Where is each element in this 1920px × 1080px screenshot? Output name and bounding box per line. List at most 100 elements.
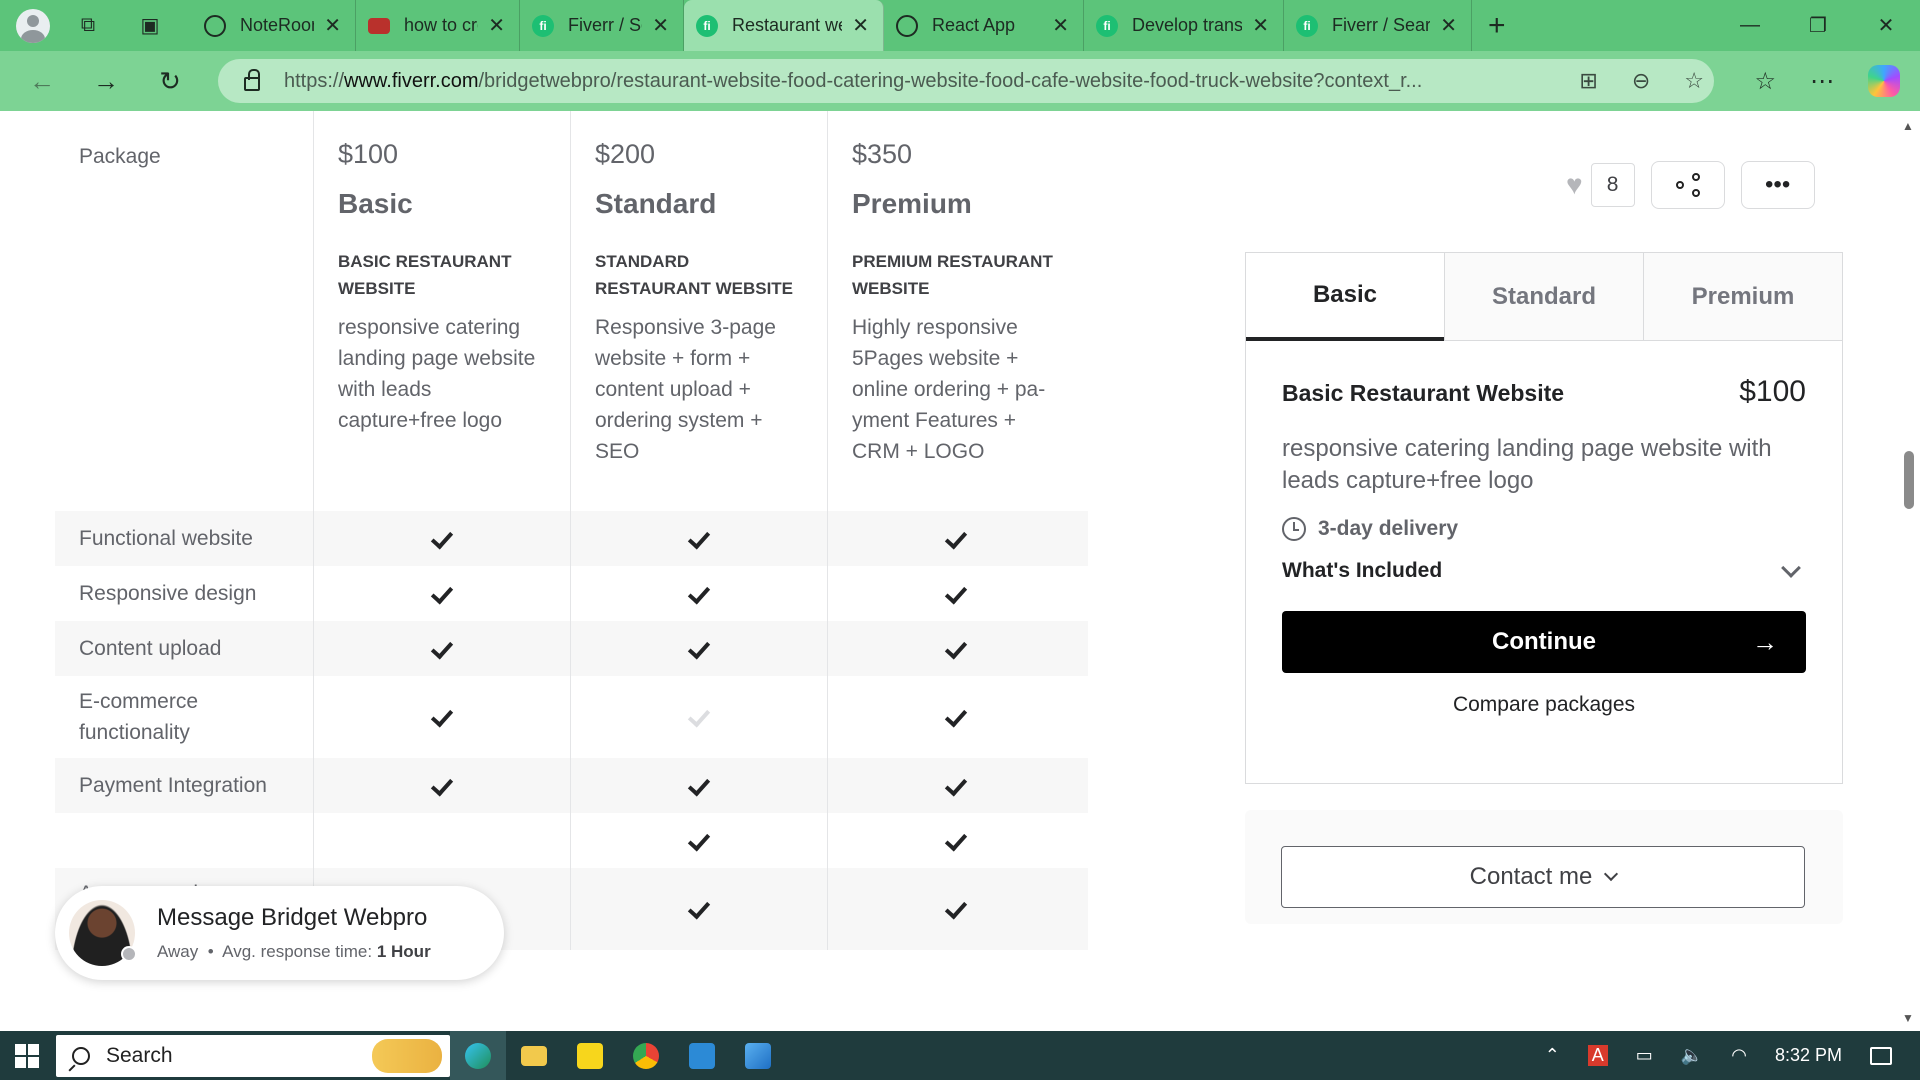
feature-row: Content upload [55, 621, 1088, 676]
response-value: 1 Hour [376, 942, 431, 961]
browser-tab-active[interactable]: fi Restaurant we ✕ [684, 0, 884, 51]
browser-toolbar: ← → ↻ https://www.fiverr.com/bridgetwebp… [0, 51, 1920, 111]
edge-app[interactable] [450, 1031, 506, 1080]
back-icon[interactable]: ← [20, 59, 64, 103]
contact-me-button[interactable]: Contact me [1281, 846, 1805, 908]
file-explorer-app[interactable] [506, 1031, 562, 1080]
favorite-star-icon[interactable]: ☆ [1684, 68, 1704, 94]
contact-section: Contact me [1245, 810, 1843, 924]
feature-cell [827, 813, 1084, 868]
sticky-notes-app[interactable] [562, 1031, 618, 1080]
browser-tab[interactable]: how to create ✕ [356, 0, 520, 51]
continue-button[interactable]: Continue → [1282, 611, 1806, 673]
feature-cell [827, 758, 1084, 813]
close-icon[interactable]: ✕ [1440, 13, 1457, 38]
message-subtitle: Away • Avg. response time: 1 Hour [157, 942, 431, 961]
edge-icon [465, 1042, 491, 1069]
like-count: 8 [1590, 163, 1635, 207]
copilot-icon[interactable] [1868, 65, 1900, 97]
notification-icon[interactable] [1870, 1046, 1892, 1065]
folder-icon [521, 1045, 547, 1066]
close-icon[interactable]: ✕ [488, 13, 505, 38]
feature-cell [570, 511, 827, 566]
app-available-icon[interactable]: ⊞ [1579, 68, 1597, 94]
taskbar-clock[interactable]: 8:32 PM [1775, 1045, 1842, 1066]
check-icon [687, 638, 711, 660]
check-icon [687, 898, 711, 920]
scroll-down-icon[interactable]: ▼ [1902, 1011, 1914, 1025]
close-icon[interactable]: ✕ [1252, 13, 1269, 38]
reload-icon[interactable]: ↻ [148, 59, 192, 103]
new-tab-icon[interactable]: + [1488, 9, 1506, 43]
scroll-up-icon[interactable]: ▲ [1902, 119, 1914, 133]
forward-icon[interactable]: → [84, 59, 128, 103]
acrobat-icon[interactable]: A [1587, 1045, 1608, 1066]
heart-icon[interactable]: ♥ [1566, 169, 1583, 201]
taskbar-search[interactable]: Search [56, 1035, 450, 1077]
tab-title: Restaurant we [732, 15, 843, 35]
check-disabled-icon [687, 706, 711, 728]
battery-icon[interactable]: ▭ [1636, 1045, 1653, 1066]
windows-start-icon[interactable] [15, 1043, 39, 1068]
reading-view-icon[interactable]: ⊖ [1632, 68, 1650, 94]
compare-packages-link[interactable]: Compare packages [1282, 693, 1806, 717]
browser-tab[interactable]: fi Fiverr / Search ✕ [1284, 0, 1472, 51]
tab-standard[interactable]: Standard [1444, 253, 1643, 340]
photos-app[interactable] [730, 1031, 786, 1080]
browser-tab[interactable]: NoteRoom ✕ [192, 0, 356, 51]
feature-row: Payment Integration [55, 758, 1088, 813]
workspaces-icon[interactable]: ⧉ [68, 8, 108, 44]
check-icon [944, 638, 968, 660]
favorites-icon[interactable]: ☆ [1754, 67, 1776, 96]
window-controls: — ❐ ✕ [1716, 0, 1920, 51]
browser-tab[interactable]: React App ✕ [884, 0, 1084, 51]
tab-premium[interactable]: Premium [1643, 253, 1842, 340]
share-icon [1675, 173, 1700, 197]
share-button[interactable] [1650, 161, 1725, 209]
wifi-icon[interactable]: ◠ [1731, 1045, 1747, 1066]
message-title: Message Bridget Webpro [157, 904, 428, 931]
check-icon [944, 706, 968, 728]
scrollbar-thumb[interactable] [1904, 451, 1914, 509]
url-host: www.fiverr.com [344, 69, 479, 92]
close-icon[interactable]: ✕ [1052, 13, 1069, 38]
feature-cell [570, 758, 827, 813]
package-description: responsive catering landing page website… [338, 316, 536, 432]
close-icon[interactable]: ✕ [324, 13, 341, 38]
package-description: Responsive 3-page website + form + conte… [595, 316, 776, 463]
tab-basic[interactable]: Basic [1246, 253, 1444, 341]
lock-icon[interactable] [244, 69, 260, 91]
minimize-icon[interactable]: — [1716, 14, 1784, 37]
tab-title: how to create [404, 15, 478, 35]
close-icon[interactable]: ✕ [852, 13, 869, 38]
message-text: Message Bridget Webpro Away • Avg. respo… [157, 904, 431, 962]
volume-icon[interactable]: 🔈 [1681, 1045, 1703, 1066]
continue-label: Continue [1492, 628, 1596, 655]
chrome-app[interactable] [618, 1031, 674, 1080]
more-menu-icon[interactable]: ⋯ [1810, 67, 1834, 96]
package-description: responsive catering landing page website… [1282, 435, 1772, 494]
check-icon [944, 898, 968, 920]
close-icon[interactable]: ✕ [652, 13, 669, 38]
search-placeholder: Search [106, 1044, 173, 1067]
tab-actions-icon[interactable]: ▣ [130, 8, 170, 44]
profile-avatar-icon[interactable] [16, 8, 50, 43]
vscode-app[interactable] [674, 1031, 730, 1080]
arrow-right-icon: → [1752, 626, 1778, 657]
window-close-icon[interactable]: ✕ [1852, 13, 1920, 38]
whats-included-toggle[interactable]: What's Included [1282, 558, 1806, 583]
browser-tab[interactable]: fi Fiverr / Search ✕ [520, 0, 684, 51]
page-scrollbar[interactable]: ▲ ▼ [1896, 111, 1920, 1031]
feature-cell [827, 868, 1084, 950]
chevron-up-icon[interactable]: ⌃ [1545, 1045, 1560, 1066]
address-bar[interactable]: https://www.fiverr.com/bridgetwebpro/res… [218, 59, 1714, 103]
browser-tab[interactable]: fi Develop trans ✕ [1084, 0, 1284, 51]
feature-cell [570, 813, 827, 868]
delivery-time: 3-day delivery [1282, 517, 1806, 541]
package-pricing-card: Basic Standard Premium Basic Restaurant … [1245, 252, 1843, 784]
check-icon [944, 528, 968, 550]
more-options-button[interactable]: ••• [1740, 161, 1815, 209]
url-text[interactable]: https://www.fiverr.com/bridgetwebpro/res… [284, 70, 1514, 93]
message-seller-bubble[interactable]: Message Bridget Webpro Away • Avg. respo… [55, 886, 504, 980]
restore-icon[interactable]: ❐ [1784, 13, 1852, 38]
